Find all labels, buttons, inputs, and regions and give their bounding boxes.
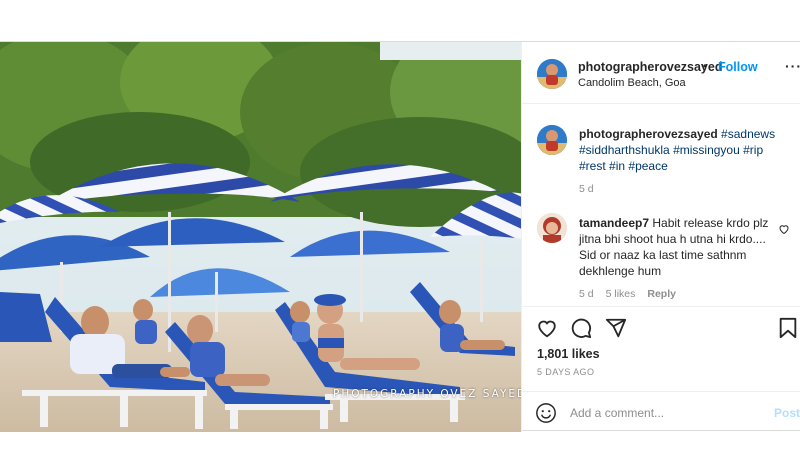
beach-scene-illustration (0, 42, 521, 432)
instagram-post: PHOTOGRAPHY OVEZ SAYED photographerovezs… (0, 41, 800, 432)
comment-text: tamandeep7 Habit release krdo plz jitna … (579, 215, 775, 279)
caption-text: photographerovezsayed #sadnews #siddhart… (579, 126, 791, 174)
comment-age[interactable]: 5 d (579, 288, 594, 300)
post-photo[interactable]: PHOTOGRAPHY OVEZ SAYED (0, 42, 521, 432)
hashtag[interactable]: #peace (628, 159, 667, 173)
hashtag[interactable]: #siddharthshukla (579, 143, 670, 157)
hashtag[interactable]: #missingyou (673, 143, 740, 157)
post-actions: 1,801 likes 5 DAYS AGO Add a comment... … (522, 306, 800, 432)
share-icon[interactable] (605, 317, 627, 344)
bookmark-icon[interactable] (778, 317, 798, 344)
hashtag[interactable]: #rest (579, 159, 606, 173)
more-options-icon[interactable]: ··· (785, 58, 800, 74)
post-comment-button[interactable]: Post (774, 406, 800, 420)
author-avatar[interactable] (537, 59, 567, 89)
hashtag[interactable]: #sadnews (721, 127, 775, 141)
comment-like-heart-icon[interactable] (778, 222, 790, 240)
hashtag[interactable]: #rip (743, 143, 763, 157)
caption-age[interactable]: 5 d (579, 183, 594, 195)
emoji-icon[interactable] (535, 402, 557, 429)
post-header: photographerovezsayed • Follow Candolim … (522, 42, 800, 104)
header-separator: • (703, 59, 708, 73)
comment-meta: 5 d 5 likes Reply (579, 288, 688, 300)
caption-username[interactable]: photographerovezsayed (579, 127, 718, 141)
post-location[interactable]: Candolim Beach, Goa (578, 77, 686, 89)
reply-button[interactable]: Reply (647, 288, 676, 300)
follow-button[interactable]: Follow (718, 60, 758, 74)
commenter-avatar[interactable] (537, 213, 567, 243)
caption-author-avatar[interactable] (537, 125, 567, 155)
likes-count[interactable]: 1,801 likes (537, 347, 600, 361)
comment-likes[interactable]: 5 likes (606, 288, 636, 300)
hashtag[interactable]: #in (609, 159, 625, 173)
post-time-ago[interactable]: 5 DAYS AGO (537, 367, 594, 377)
comment-input[interactable]: Add a comment... (570, 406, 664, 420)
heart-icon[interactable] (536, 317, 558, 344)
post-side-panel: photographerovezsayed • Follow Candolim … (521, 42, 800, 432)
photo-watermark: PHOTOGRAPHY OVEZ SAYED (333, 388, 521, 400)
comment-icon[interactable] (570, 317, 592, 344)
commenter-username[interactable]: tamandeep7 (579, 216, 649, 230)
author-username[interactable]: photographerovezsayed (578, 60, 722, 74)
add-comment-bar: Add a comment... Post (522, 391, 800, 433)
